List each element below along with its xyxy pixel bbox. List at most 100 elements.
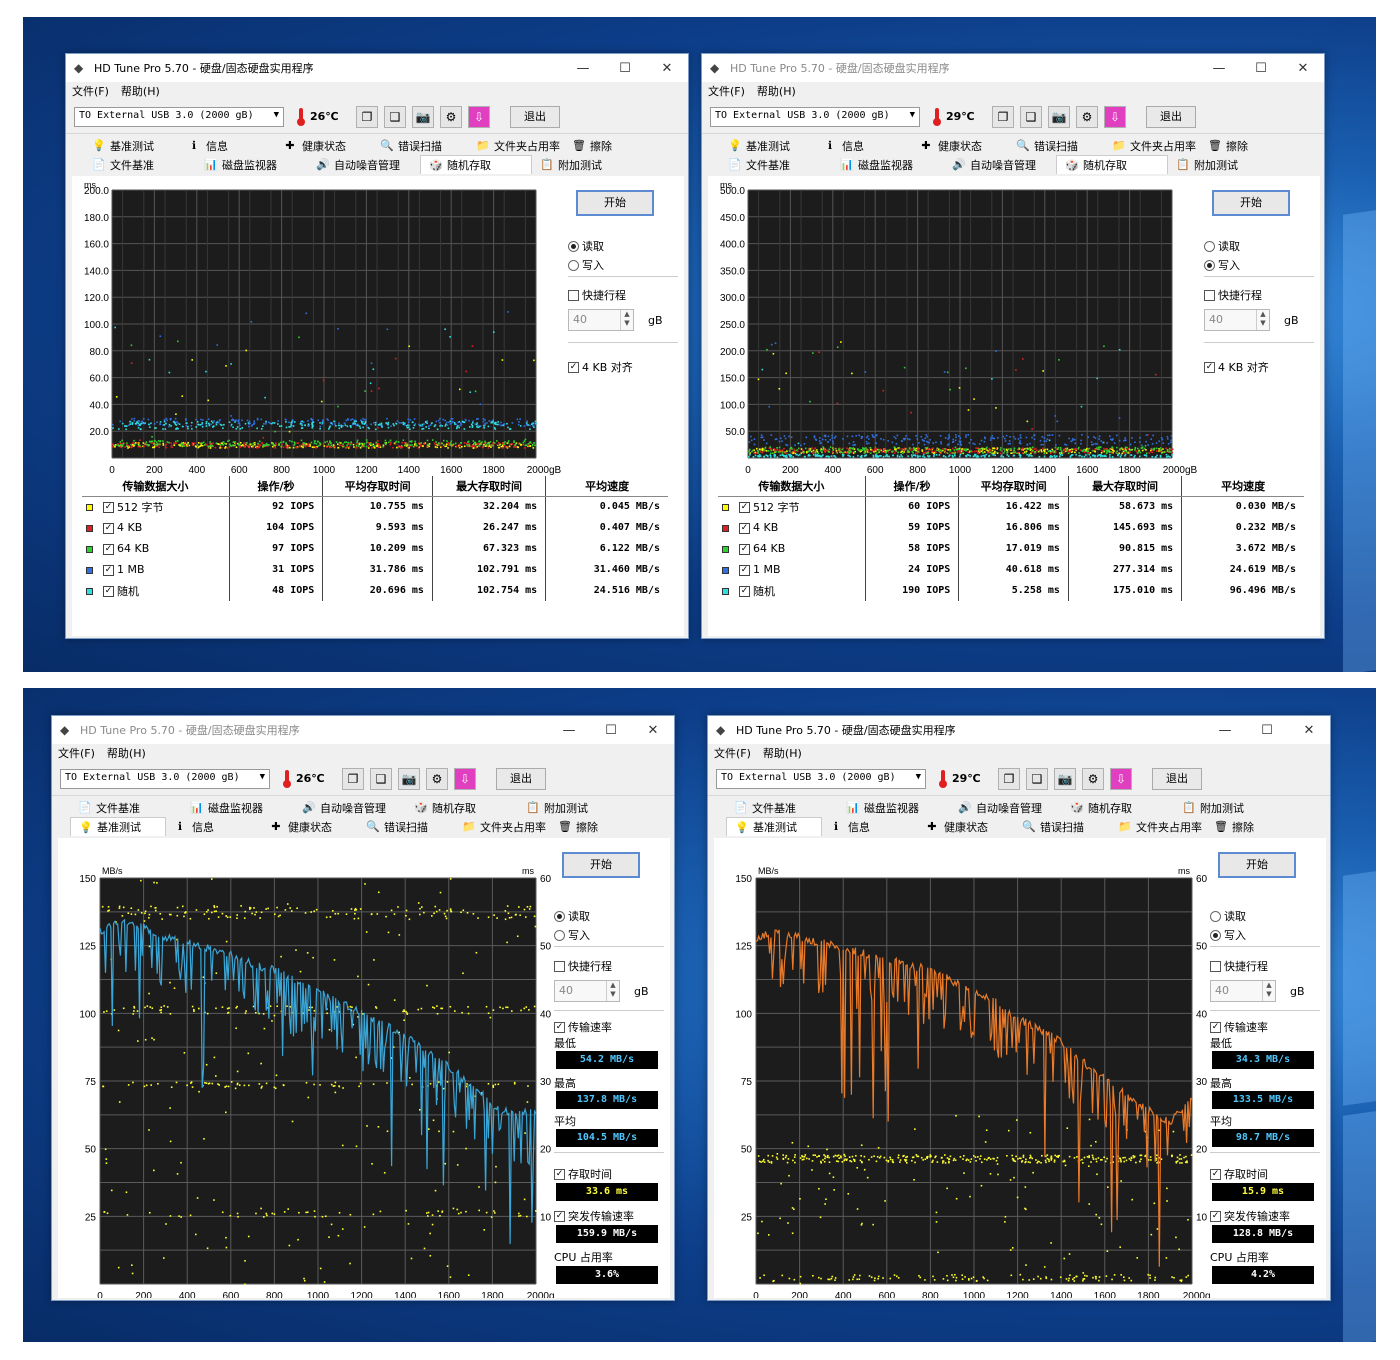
write-radio[interactable]: 写入 bbox=[1210, 927, 1246, 943]
copy-info-button[interactable]: ❑ bbox=[370, 767, 392, 790]
tab-extra-tests[interactable]: 📋 附加测试 bbox=[1174, 798, 1286, 817]
tab-disk-monitor[interactable]: 📊 磁盘监视器 bbox=[832, 155, 944, 174]
tab-random-access[interactable]: 🎲 随机存取 bbox=[406, 798, 518, 817]
tab-benchmark[interactable]: 💡 基准测试 bbox=[84, 136, 180, 155]
drive-select[interactable]: TO External USB 3.0 (2000 gB) ▼ bbox=[710, 106, 920, 127]
minimize-button[interactable]: — bbox=[1198, 61, 1240, 76]
menu-help[interactable]: 帮助(H) bbox=[121, 83, 160, 99]
menu-file[interactable]: 文件(F) bbox=[708, 83, 745, 99]
copy-text-button[interactable]: ❐ bbox=[356, 105, 378, 128]
save-button[interactable]: ⇩ bbox=[454, 767, 476, 790]
tab-disk-monitor[interactable]: 📊 磁盘监视器 bbox=[838, 798, 950, 817]
tab-health[interactable]: ✚ 健康状态 bbox=[262, 817, 358, 836]
tab-noise[interactable]: 🔊 自动噪音管理 bbox=[944, 155, 1056, 174]
copy-text-button[interactable]: ❐ bbox=[998, 767, 1020, 790]
options-button[interactable]: ⚙ bbox=[440, 105, 462, 128]
screenshot-button[interactable]: 📷 bbox=[1048, 105, 1070, 128]
menu-help[interactable]: 帮助(H) bbox=[763, 745, 802, 761]
tab-error-scan[interactable]: 🔍 错误扫描 bbox=[372, 136, 468, 155]
tab-error-scan[interactable]: 🔍 错误扫描 bbox=[1008, 136, 1104, 155]
tab-noise[interactable]: 🔊 自动噪音管理 bbox=[308, 155, 420, 174]
access-time-checkbox[interactable]: ✓ 存取时间 bbox=[1210, 1166, 1268, 1182]
close-button[interactable]: ✕ bbox=[632, 723, 674, 738]
copy-info-button[interactable]: ❑ bbox=[384, 105, 406, 128]
read-radio[interactable]: 读取 bbox=[568, 238, 604, 254]
burst-rate-checkbox[interactable]: ✓ 突发传输速率 bbox=[554, 1208, 634, 1224]
screenshot-button[interactable]: 📷 bbox=[1054, 767, 1076, 790]
tab-noise[interactable]: 🔊 自动噪音管理 bbox=[294, 798, 406, 817]
start-button[interactable]: 开始 bbox=[1212, 190, 1290, 216]
tab-info[interactable]: ℹ 信息 bbox=[166, 817, 262, 836]
maximize-button[interactable]: ☐ bbox=[604, 61, 646, 76]
row-checkbox[interactable]: ✓ bbox=[103, 522, 114, 534]
screenshot-button[interactable]: 📷 bbox=[412, 105, 434, 128]
tab-info[interactable]: ℹ 信息 bbox=[822, 817, 918, 836]
read-radio[interactable]: 读取 bbox=[1204, 238, 1240, 254]
save-button[interactable]: ⇩ bbox=[1104, 105, 1126, 128]
close-button[interactable]: ✕ bbox=[1288, 723, 1330, 738]
menu-help[interactable]: 帮助(H) bbox=[757, 83, 796, 99]
tab-disk-monitor[interactable]: 📊 磁盘监视器 bbox=[182, 798, 294, 817]
write-radio[interactable]: 写入 bbox=[1204, 257, 1240, 273]
menu-file[interactable]: 文件(F) bbox=[58, 745, 95, 761]
tab-erase[interactable]: 🗑 擦除 bbox=[1206, 817, 1302, 836]
minimize-button[interactable]: — bbox=[1204, 723, 1246, 738]
start-button[interactable]: 开始 bbox=[576, 190, 654, 216]
tab-file-benchmark[interactable]: 📄 文件基准 bbox=[720, 155, 832, 174]
save-button[interactable]: ⇩ bbox=[1110, 767, 1132, 790]
row-checkbox[interactable]: ✓ bbox=[103, 543, 114, 555]
copy-info-button[interactable]: ❑ bbox=[1026, 767, 1048, 790]
transfer-rate-checkbox[interactable]: ✓ 传输速率 bbox=[554, 1019, 612, 1035]
read-radio[interactable]: 读取 bbox=[554, 908, 590, 924]
tab-health[interactable]: ✚ 健康状态 bbox=[918, 817, 1014, 836]
row-checkbox[interactable]: ✓ bbox=[103, 586, 114, 597]
tab-benchmark[interactable]: 💡 基准测试 bbox=[70, 817, 166, 836]
options-button[interactable]: ⚙ bbox=[1082, 767, 1104, 790]
tab-erase[interactable]: 🗑 擦除 bbox=[564, 136, 660, 155]
tab-folder[interactable]: 📁 文件夹占用率 bbox=[454, 817, 550, 836]
maximize-button[interactable]: ☐ bbox=[1246, 723, 1288, 738]
close-button[interactable]: ✕ bbox=[1282, 61, 1324, 76]
save-button[interactable]: ⇩ bbox=[468, 105, 490, 128]
tab-benchmark[interactable]: 💡 基准测试 bbox=[720, 136, 816, 155]
start-button[interactable]: 开始 bbox=[562, 852, 640, 878]
tab-extra-tests[interactable]: 📋 附加测试 bbox=[518, 798, 630, 817]
quick-stroke-spinner[interactable]: 40 ▲ ▼ bbox=[554, 980, 620, 1002]
tab-random-access[interactable]: 🎲 随机存取 bbox=[1062, 798, 1174, 817]
maximize-button[interactable]: ☐ bbox=[590, 723, 632, 738]
row-checkbox[interactable]: ✓ bbox=[739, 502, 750, 514]
row-checkbox[interactable]: ✓ bbox=[103, 502, 114, 514]
tab-benchmark[interactable]: 💡 基准测试 bbox=[726, 817, 822, 836]
tab-health[interactable]: ✚ 健康状态 bbox=[276, 136, 372, 155]
quick-stroke-spinner[interactable]: 40 ▲ ▼ bbox=[568, 309, 634, 331]
4kb-align-checkbox[interactable]: ✓ 4 KB 对齐 bbox=[568, 359, 633, 375]
copy-text-button[interactable]: ❐ bbox=[992, 105, 1014, 128]
exit-button[interactable]: 退出 bbox=[1146, 105, 1196, 128]
tab-file-benchmark[interactable]: 📄 文件基准 bbox=[726, 798, 838, 817]
tab-disk-monitor[interactable]: 📊 磁盘监视器 bbox=[196, 155, 308, 174]
maximize-button[interactable]: ☐ bbox=[1240, 61, 1282, 76]
quick-stroke-checkbox[interactable]: 快捷行程 bbox=[1210, 958, 1268, 974]
exit-button[interactable]: 退出 bbox=[510, 105, 560, 128]
tab-health[interactable]: ✚ 健康状态 bbox=[912, 136, 1008, 155]
tab-info[interactable]: ℹ 信息 bbox=[180, 136, 276, 155]
write-radio[interactable]: 写入 bbox=[568, 257, 604, 273]
row-checkbox[interactable]: ✓ bbox=[739, 522, 750, 534]
minimize-button[interactable]: — bbox=[548, 723, 590, 738]
quick-stroke-checkbox[interactable]: 快捷行程 bbox=[1204, 287, 1262, 303]
copy-text-button[interactable]: ❐ bbox=[342, 767, 364, 790]
drive-select[interactable]: TO External USB 3.0 (2000 gB) ▼ bbox=[74, 106, 284, 127]
screenshot-button[interactable]: 📷 bbox=[398, 767, 420, 790]
drive-select[interactable]: TO External USB 3.0 (2000 gB) ▼ bbox=[60, 768, 270, 789]
row-checkbox[interactable]: ✓ bbox=[739, 564, 750, 576]
tab-error-scan[interactable]: 🔍 错误扫描 bbox=[1014, 817, 1110, 836]
options-button[interactable]: ⚙ bbox=[1076, 105, 1098, 128]
4kb-align-checkbox[interactable]: ✓ 4 KB 对齐 bbox=[1204, 359, 1269, 375]
quick-stroke-checkbox[interactable]: 快捷行程 bbox=[554, 958, 612, 974]
start-button[interactable]: 开始 bbox=[1218, 852, 1296, 878]
options-button[interactable]: ⚙ bbox=[426, 767, 448, 790]
tab-folder[interactable]: 📁 文件夹占用率 bbox=[1104, 136, 1200, 155]
quick-stroke-spinner[interactable]: 40 ▲ ▼ bbox=[1210, 980, 1276, 1002]
tab-random-access[interactable]: 🎲 随机存取 bbox=[1056, 155, 1168, 174]
tab-error-scan[interactable]: 🔍 错误扫描 bbox=[358, 817, 454, 836]
